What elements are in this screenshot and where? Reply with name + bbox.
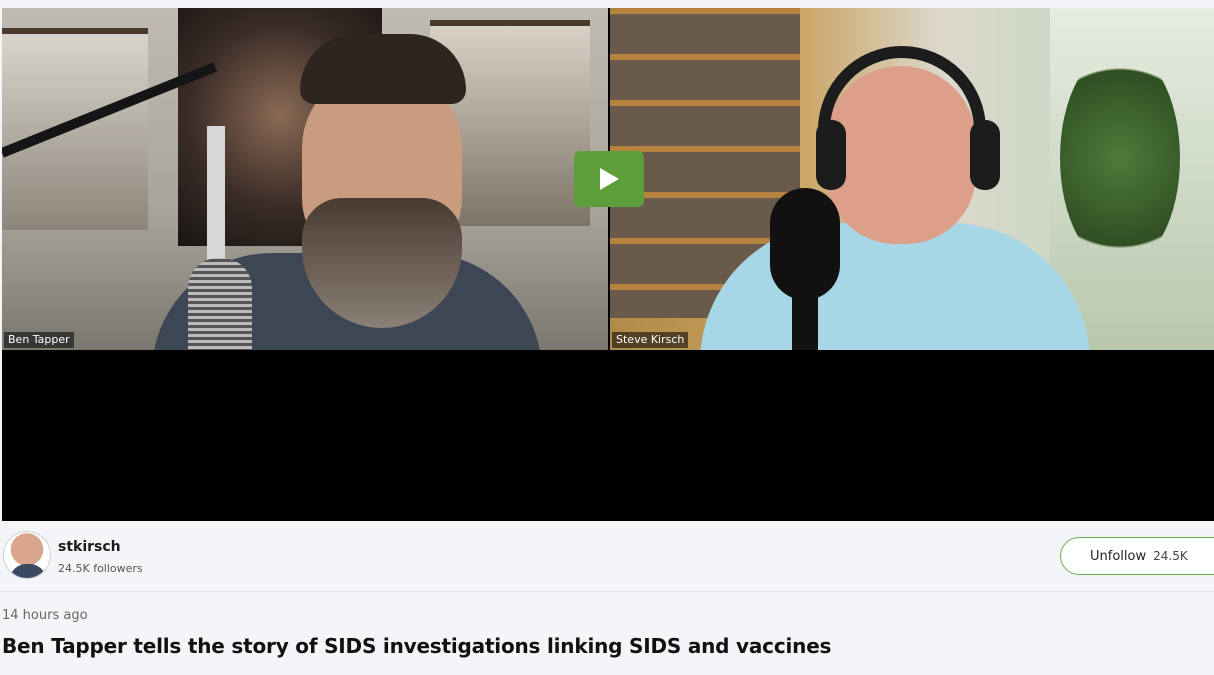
- mic-stand: [207, 126, 225, 266]
- video-panel-right: Steve Kirsch: [610, 8, 1214, 350]
- video-panel-left: Ben Tapper: [2, 8, 608, 350]
- microphone: [770, 188, 840, 300]
- microphone-body: [792, 288, 818, 350]
- follower-count: 24.5K followers: [58, 562, 143, 575]
- microphone: [188, 258, 252, 350]
- participant-name-tag: Steve Kirsch: [612, 332, 689, 348]
- play-icon: [600, 168, 619, 190]
- participant-name-tag: Ben Tapper: [4, 332, 74, 348]
- unfollow-button[interactable]: Unfollow 24.5K: [1060, 537, 1214, 575]
- plant: [1060, 48, 1180, 268]
- headphone-cup: [970, 120, 1000, 190]
- poster-image: [2, 28, 148, 230]
- post-title[interactable]: Ben Tapper tells the story of SIDS inves…: [2, 634, 831, 658]
- post-timestamp: 14 hours ago: [2, 608, 88, 623]
- avatar-shirt: [10, 564, 46, 578]
- top-bar: [0, 0, 1214, 8]
- play-button[interactable]: [574, 151, 644, 207]
- video-player[interactable]: Ben Tapper Steve Kirsch: [2, 8, 1214, 521]
- unfollow-label: Unfollow: [1090, 548, 1147, 564]
- participant-hair: [300, 34, 466, 104]
- author-row: stkirsch 24.5K followers Unfollow 24.5K: [0, 521, 1214, 592]
- unfollow-count: 24.5K: [1153, 549, 1188, 563]
- avatar[interactable]: [3, 531, 51, 579]
- headphone-cup: [816, 120, 846, 190]
- page: Ben Tapper Steve Kirsch stkirsch 24.5K f…: [0, 0, 1214, 675]
- author-name[interactable]: stkirsch: [58, 539, 121, 555]
